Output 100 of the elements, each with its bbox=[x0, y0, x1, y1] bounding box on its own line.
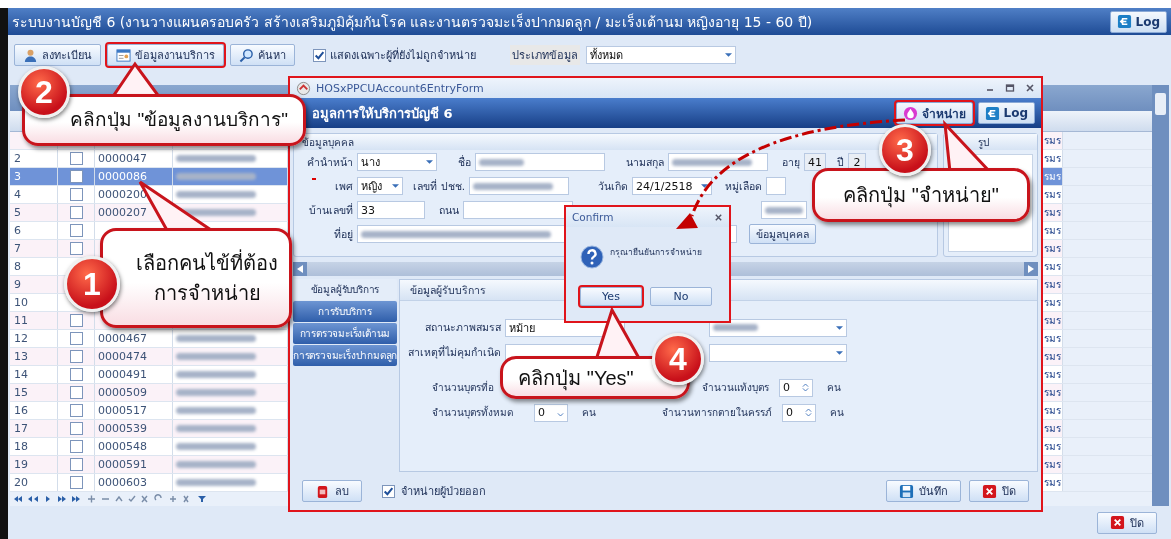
field-label: อายุ bbox=[781, 154, 800, 171]
field-label: วันเกิด bbox=[597, 178, 628, 194]
table-cell: 0000474 bbox=[98, 350, 147, 363]
field-label: ปี bbox=[836, 154, 844, 170]
table-cell: 0000086 bbox=[98, 170, 147, 183]
nav-tab[interactable]: การรับบริการ bbox=[293, 301, 397, 322]
data-type-dropdown[interactable]: ทั้งหมด bbox=[586, 46, 736, 64]
checkbox[interactable] bbox=[69, 476, 83, 489]
checkbox[interactable] bbox=[69, 152, 83, 165]
checkbox[interactable] bbox=[69, 440, 83, 453]
checkbox[interactable] bbox=[69, 404, 83, 417]
toolbar-button[interactable]: ข้อมูลงานบริการ bbox=[107, 44, 224, 66]
village-field[interactable] bbox=[761, 201, 807, 219]
date-dropdown[interactable] bbox=[709, 343, 847, 362]
prefix-dropdown[interactable]: นาง bbox=[357, 153, 437, 171]
close-button[interactable]: ปิด bbox=[969, 480, 1029, 502]
save-button[interactable]: บันทึก bbox=[886, 480, 961, 502]
checkbox[interactable] bbox=[69, 422, 83, 435]
citizen-id-field[interactable] bbox=[469, 177, 569, 195]
checkbox[interactable] bbox=[69, 206, 83, 219]
checkbox[interactable] bbox=[69, 386, 83, 399]
drop-icon bbox=[902, 105, 918, 121]
table-cell: 20 bbox=[14, 476, 28, 489]
toolbar-button[interactable]: ลงทะเบียน bbox=[14, 44, 101, 66]
table-cell: 12 bbox=[14, 332, 28, 345]
checkbox[interactable] bbox=[69, 350, 83, 363]
field-label: จำนวนแท้งบุตร bbox=[702, 381, 769, 395]
dropdown-field[interactable] bbox=[709, 318, 847, 337]
checkbox[interactable] bbox=[69, 224, 83, 237]
checkbox[interactable] bbox=[69, 458, 83, 471]
field-label: หมู่เลือด bbox=[724, 178, 762, 195]
person-info-button[interactable]: ข้อมูลบุคคล bbox=[749, 224, 816, 244]
blurred-text bbox=[713, 324, 758, 331]
first-name-field[interactable] bbox=[475, 153, 605, 171]
table-cell: 8 bbox=[14, 260, 21, 273]
checkbox[interactable] bbox=[69, 368, 83, 381]
exit-icon bbox=[984, 105, 1000, 121]
table-cell: 0000548 bbox=[98, 440, 147, 453]
close-button[interactable]: ปิด bbox=[1097, 511, 1157, 534]
scrollbar[interactable] bbox=[1152, 85, 1169, 506]
nav-tab[interactable]: การตรวจมะเร็งเต้านม bbox=[293, 323, 397, 344]
log-button[interactable]: Log bbox=[977, 102, 1035, 124]
caret-icon bbox=[426, 160, 433, 164]
form-icon bbox=[116, 47, 131, 63]
callout-text: เลือกคนไข้ที่ต้อง การจำหน่าย bbox=[136, 248, 278, 308]
table-cell: 9 bbox=[14, 278, 21, 291]
total-children-spinner[interactable]: 0 bbox=[534, 403, 568, 422]
delete-button[interactable]: ลบ bbox=[302, 480, 362, 502]
table-cell: 0000603 bbox=[98, 476, 147, 489]
field-label: ประเภทข้อมูล bbox=[510, 45, 580, 65]
spinner-arrows-icon bbox=[805, 407, 812, 418]
toolbar-button[interactable]: ค้นหา bbox=[230, 44, 295, 66]
checkbox[interactable] bbox=[69, 170, 83, 183]
discharge-button[interactable]: จำหน่าย bbox=[895, 102, 973, 124]
nav-tab[interactable]: การตรวจมะเร็งปากมดลูก bbox=[293, 345, 397, 366]
checkbox[interactable] bbox=[69, 332, 83, 345]
checkbox[interactable] bbox=[69, 188, 83, 201]
checkbox[interactable] bbox=[382, 484, 395, 498]
field-label: สถานะภาพสมรส bbox=[424, 320, 501, 335]
unit-label: คน bbox=[830, 406, 844, 420]
yes-button[interactable]: Yes bbox=[580, 287, 642, 306]
checkbox[interactable] bbox=[69, 242, 83, 255]
sex-dropdown[interactable]: หญิง bbox=[357, 177, 403, 195]
search-icon bbox=[239, 47, 254, 63]
house-number-field[interactable]: 33 bbox=[357, 201, 425, 219]
field-label: ที่อยู่ bbox=[333, 226, 353, 243]
close-icon[interactable] bbox=[1025, 83, 1035, 93]
field-label: จำนวนทารกตายในครรภ์ bbox=[662, 406, 772, 420]
confirm-message: กรุณายืนยันการจำหน่าย bbox=[610, 246, 702, 259]
abortions-spinner[interactable]: 0 bbox=[779, 378, 813, 397]
table-cell: 11 bbox=[14, 314, 28, 327]
blood-group-field[interactable] bbox=[766, 177, 786, 195]
last-name-field[interactable] bbox=[668, 153, 768, 171]
road-field[interactable] bbox=[463, 201, 573, 219]
callout-text: คลิกปุ่ม "Yes" bbox=[518, 365, 634, 393]
birth-date-dropdown[interactable]: 24/1/2518 bbox=[632, 177, 712, 195]
log-button[interactable]: Log bbox=[1109, 10, 1167, 33]
checkbox[interactable] bbox=[69, 314, 83, 327]
no-button[interactable]: No bbox=[650, 287, 712, 306]
age-years-field[interactable]: 41 bbox=[804, 153, 826, 171]
person-icon bbox=[23, 47, 38, 63]
table-cell: 15 bbox=[14, 386, 28, 399]
checkbox[interactable] bbox=[313, 48, 326, 62]
caret-icon bbox=[701, 184, 708, 188]
question-icon bbox=[580, 245, 604, 269]
stillbirths-spinner[interactable]: 0 bbox=[782, 403, 816, 422]
field-label: คำนำหน้า bbox=[306, 154, 353, 170]
nav-tab[interactable]: ข้อมูลผู้รับบริการ bbox=[293, 279, 397, 300]
field-label: จำนวนบุตรทั้งหมด bbox=[432, 405, 514, 420]
maximize-icon[interactable] bbox=[1005, 83, 1015, 93]
table-cell: 18 bbox=[14, 440, 28, 453]
dialog-title: Confirm bbox=[572, 211, 614, 223]
table-cell: 6 bbox=[14, 224, 21, 237]
field-label: สาเหตุที่ไม่คุมกำเนิด bbox=[407, 344, 501, 361]
caret-icon bbox=[392, 184, 399, 188]
close-icon[interactable] bbox=[714, 212, 723, 222]
table-cell: 13 bbox=[14, 350, 28, 363]
table-cell: 0000591 bbox=[98, 458, 147, 471]
caret-icon bbox=[836, 350, 843, 355]
form-title: อมูลการให้บริการบัญชี 6 bbox=[312, 104, 454, 124]
